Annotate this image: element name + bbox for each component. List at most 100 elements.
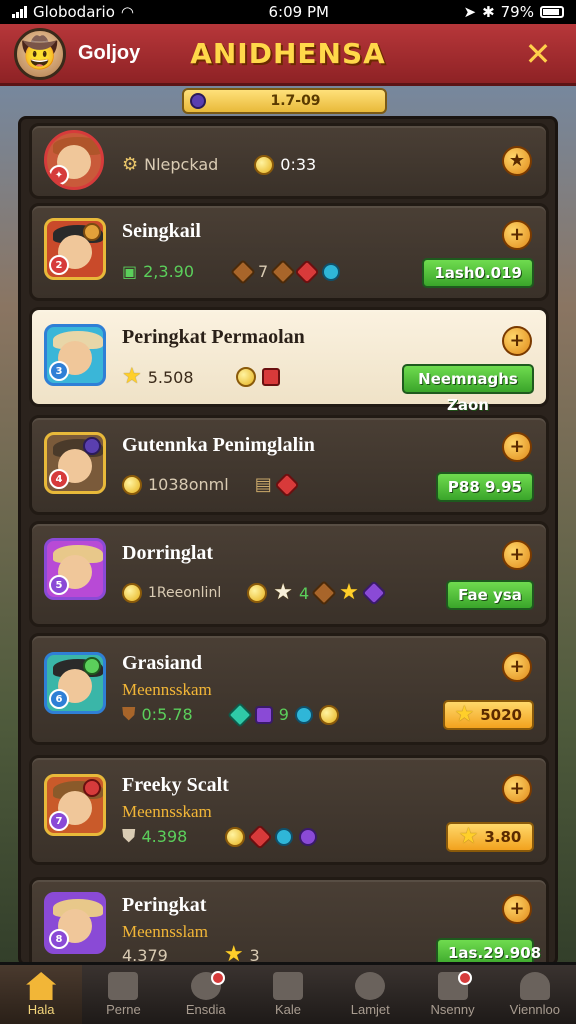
battery-percent: 79% bbox=[500, 3, 534, 21]
gem-count: 9 bbox=[278, 705, 289, 724]
add-button[interactable]: + bbox=[502, 652, 532, 682]
amethyst-icon bbox=[361, 580, 387, 606]
player-title: Meennsskam bbox=[122, 802, 212, 821]
level-badge: 4 bbox=[49, 469, 69, 489]
tab-label: Lamjet bbox=[350, 1002, 390, 1017]
tab-shop[interactable]: Kale bbox=[247, 965, 329, 1024]
coin-icon bbox=[247, 583, 268, 603]
shop-icon bbox=[272, 972, 303, 1000]
top-header: 🤠 Goljoy ANIDHENSA ✕ bbox=[0, 24, 576, 86]
player-name: Peringkat Permaolan bbox=[122, 326, 305, 348]
carrier-label: Globodario bbox=[33, 3, 115, 21]
claim-button[interactable]: ★ 3.80 bbox=[446, 822, 534, 852]
claim-button[interactable]: P88 9.95 bbox=[435, 472, 534, 502]
claim-button[interactable]: Neemnaghs Zaon bbox=[402, 364, 534, 414]
level-badge: 2 bbox=[49, 255, 69, 275]
map-icon bbox=[108, 972, 139, 1000]
cowboy-avatar-icon: 🤠 bbox=[21, 36, 59, 71]
list-item[interactable]: 2 Seingkail ▣ 2,3.90 7 + 1ash0.019 bbox=[29, 203, 549, 301]
trophy-icon: ▣ bbox=[122, 262, 138, 281]
tab-timer[interactable]: Lamjet bbox=[329, 965, 411, 1024]
player-avatar[interactable]: 🤠 bbox=[14, 27, 66, 80]
star-icon: ★ bbox=[458, 824, 479, 849]
avatar: 8 bbox=[44, 892, 106, 954]
status-bar: Globodario ◠ 6:09 PM ➤ ✱ 79% bbox=[0, 0, 576, 24]
score-value: 1Reeonlinl bbox=[148, 585, 222, 601]
ruby-icon bbox=[247, 823, 274, 850]
book-icon: ▤ bbox=[254, 474, 272, 495]
player-name: Peringkat bbox=[122, 894, 207, 916]
list-item[interactable]: 4 Gutennka Penimglalin 1038onml ▤ + P88 … bbox=[29, 415, 549, 515]
claim-button[interactable]: Fae ysa bbox=[446, 580, 534, 610]
claim-button[interactable]: 1ash0.019 bbox=[422, 258, 534, 288]
sapphire-icon bbox=[294, 705, 313, 724]
tab-home[interactable]: Hala bbox=[0, 965, 83, 1024]
home-icon bbox=[26, 972, 57, 1000]
emerald-icon bbox=[226, 701, 253, 728]
gem-count: 7 bbox=[258, 262, 269, 281]
player-name: Dorringlat bbox=[122, 542, 214, 564]
shield-icon: ⛊ bbox=[122, 826, 136, 847]
coin-icon bbox=[318, 704, 339, 725]
avatar: 5 bbox=[44, 538, 106, 600]
avatar: ✦ bbox=[44, 130, 104, 190]
coin-icon bbox=[225, 826, 246, 847]
score-value: 5.508 bbox=[147, 367, 194, 387]
add-button[interactable]: + bbox=[502, 432, 532, 462]
tab-map[interactable]: Perne bbox=[82, 965, 164, 1024]
tab-profile[interactable]: Viennloo bbox=[494, 965, 576, 1024]
gear-icon: ⚙ bbox=[122, 154, 139, 175]
add-button[interactable]: + bbox=[502, 894, 532, 924]
bronze-gem-icon bbox=[311, 580, 337, 606]
bronze-gem-icon bbox=[230, 258, 256, 285]
add-button[interactable]: + bbox=[502, 774, 532, 804]
add-button[interactable]: ★ bbox=[502, 146, 532, 176]
sapphire-icon bbox=[322, 262, 341, 281]
amethyst-icon bbox=[254, 705, 273, 724]
star-count: 4 bbox=[298, 583, 310, 603]
player-row-stat: 0:33 bbox=[280, 155, 317, 174]
currency-bar[interactable]: 1.7-09 bbox=[182, 88, 387, 114]
sapphire-icon bbox=[275, 827, 294, 846]
tab-label: Kale bbox=[274, 1002, 301, 1017]
bottom-tab-bar: Hala Perne Ensdia Kale Lamjet Nsenny Vie… bbox=[0, 962, 576, 1024]
shield-icon: ⛊ bbox=[122, 704, 136, 725]
score-value: 0:5.78 bbox=[141, 705, 193, 724]
ranking-list[interactable]: ✦ ⚙ Nlepckad 0:33 ★ 2 Seingkail ▣ 2,3.90… bbox=[18, 116, 558, 966]
player-name: Goljoy bbox=[78, 42, 141, 64]
level-badge: 7 bbox=[49, 811, 69, 831]
player-title: Meennsskam bbox=[122, 680, 212, 699]
currency-value: 1.7-09 bbox=[270, 93, 321, 109]
tab-team[interactable]: Ensdia bbox=[165, 965, 247, 1024]
player-name: Seingkail bbox=[122, 220, 201, 242]
list-item[interactable]: 8 Peringkat Meennsslam 4.379 ★ 3 + 1as.2… bbox=[29, 877, 549, 963]
level-badge: ✦ bbox=[49, 165, 69, 185]
score-value: 1038onml bbox=[148, 475, 229, 494]
star-icon: ★ bbox=[122, 364, 142, 389]
list-item[interactable]: 7 Freeky Scalt Meennsskam ⛊ 4.398 + ★ 3.… bbox=[29, 755, 549, 865]
location-icon: ➤ bbox=[463, 3, 477, 21]
list-item[interactable]: 5 Dorringlat 1Reeonlinl ★ 4 ★ + Fae ysa bbox=[29, 521, 549, 627]
list-item[interactable]: 6 Grasiand Meennsskam ⛊ 0:5.78 9 + ★ 502… bbox=[29, 633, 549, 745]
claim-value: 3.80 bbox=[484, 828, 522, 846]
clock: 6:09 PM bbox=[268, 3, 329, 21]
add-button[interactable]: + bbox=[502, 220, 532, 250]
player-name: Freeky Scalt bbox=[122, 774, 229, 796]
claim-button[interactable]: ★ 5020 bbox=[442, 700, 534, 730]
notification-dot bbox=[210, 971, 225, 985]
close-button[interactable]: ✕ bbox=[518, 34, 558, 74]
add-button[interactable]: + bbox=[502, 326, 532, 356]
list-item[interactable]: ✦ ⚙ Nlepckad 0:33 ★ bbox=[29, 123, 549, 199]
bluetooth-icon: ✱ bbox=[482, 3, 495, 21]
avatar: 7 bbox=[44, 774, 106, 836]
tab-label: Nsenny bbox=[430, 1002, 475, 1017]
level-badge: 8 bbox=[49, 929, 69, 949]
ruby-icon bbox=[294, 258, 320, 285]
list-item[interactable]: 3 Peringkat Permaolan ★ 5.508 + Neemnagh… bbox=[29, 307, 549, 414]
avatar: 2 bbox=[44, 218, 106, 280]
level-badge: 3 bbox=[49, 361, 69, 381]
score-value: 4.398 bbox=[141, 827, 188, 846]
add-button[interactable]: + bbox=[502, 540, 532, 570]
wifi-icon: ◠ bbox=[120, 3, 134, 21]
tab-news[interactable]: Nsenny bbox=[411, 965, 493, 1024]
